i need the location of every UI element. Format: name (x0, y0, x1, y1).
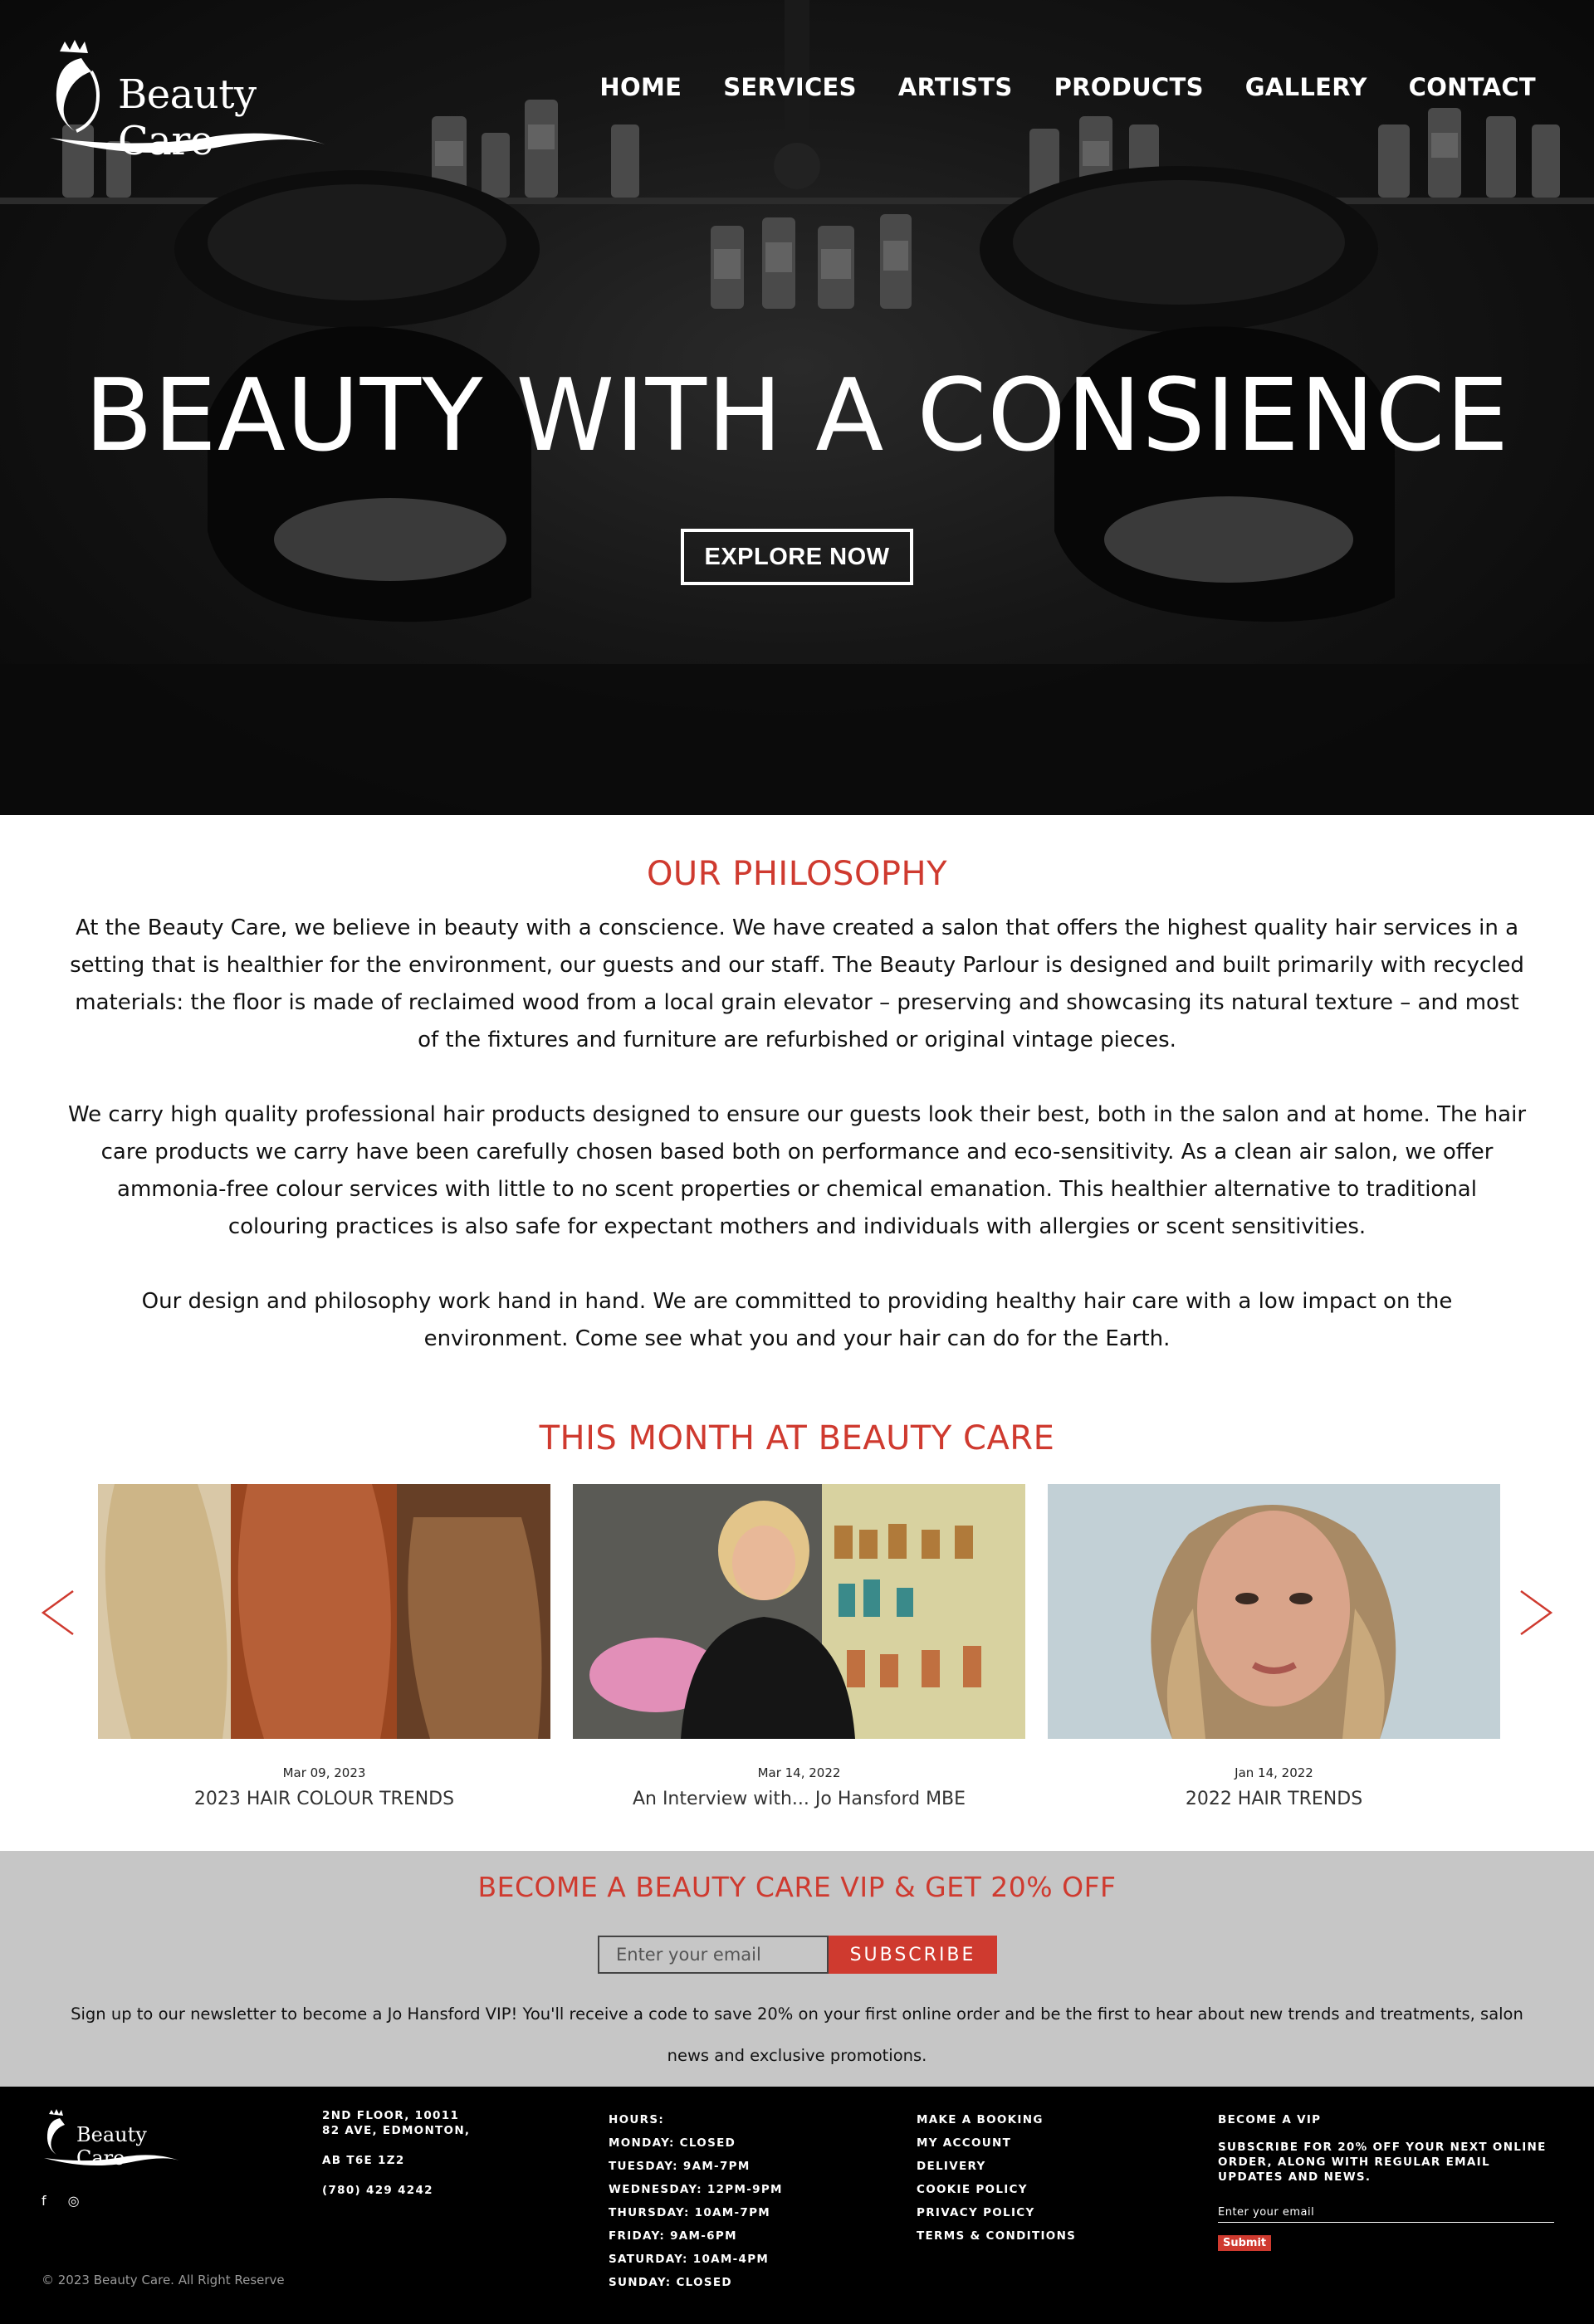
footer-brand-name: Beauty Care (76, 2123, 147, 2170)
interview-jo-hansford-image (573, 1484, 1025, 1739)
nav-home[interactable]: HOME (599, 73, 682, 101)
carousel-prev-icon[interactable] (40, 1588, 76, 1638)
footer-logo[interactable]: Beauty Care (40, 2108, 181, 2170)
blog-card[interactable]: Mar 14, 2022 An Interview with... Jo Han… (573, 1484, 1025, 1809)
hours-line: TUESDAY: 9AM-7PM (609, 2160, 751, 2173)
hero-section: Beauty Care HOME SERVICES ARTISTS PRODUC… (0, 0, 1594, 815)
this-month-section: THIS MONTH AT BEAUTY CARE Mar 09, 2023 2… (0, 1419, 1594, 1809)
hours-line: SATURDAY: 10AM-4PM (609, 2253, 770, 2266)
brand-name: Beauty Care (118, 71, 257, 164)
carousel-next-icon[interactable] (1518, 1588, 1554, 1638)
subscribe-button[interactable]: SUBSCRIBE (829, 1936, 997, 1974)
nav-services[interactable]: SERVICES (723, 73, 857, 101)
this-month-title: THIS MONTH AT BEAUTY CARE (539, 1419, 1055, 1457)
copyright: © 2023 Beauty Care. All Right Reserve (42, 2273, 285, 2287)
vip-description: Sign up to our newsletter to become a Jo… (71, 2004, 1523, 2065)
main-nav: HOME SERVICES ARTISTS PRODUCTS GALLERY C… (599, 73, 1536, 101)
vip-email-input[interactable] (598, 1936, 829, 1974)
hours-title: HOURS: (609, 2113, 665, 2126)
hours-line: THURSDAY: 10AM-7PM (609, 2206, 771, 2219)
philosophy-paragraph-3: Our design and philosophy work hand in h… (141, 1289, 1453, 1351)
card-date: Mar 09, 2023 (282, 1765, 366, 1780)
philosophy-paragraph-2: We carry high quality professional hair … (67, 1102, 1527, 1239)
footer-email-input[interactable] (1218, 2203, 1554, 2223)
footer-hours: HOURS: MONDAY: CLOSED TUESDAY: 9AM-7PM W… (609, 2108, 783, 2294)
hours-line: WEDNESDAY: 12PM-9PM (609, 2183, 783, 2196)
link-privacy-policy[interactable]: PRIVACY POLICY (917, 2201, 1076, 2224)
vip-newsletter-section: BECOME A BEAUTY CARE VIP & GET 20% OFF S… (0, 1851, 1594, 2087)
hours-line: FRIDAY: 9AM-6PM (609, 2229, 737, 2243)
blog-card[interactable]: Mar 09, 2023 2023 HAIR COLOUR TRENDS (98, 1484, 550, 1809)
link-make-booking[interactable]: MAKE A BOOKING (917, 2108, 1076, 2131)
philosophy-section: OUR PHILOSOPHY At the Beauty Care, we be… (0, 855, 1594, 1358)
address-line: 82 AVE, EDMONTON, (322, 2124, 471, 2137)
footer-links: MAKE A BOOKING MY ACCOUNT DELIVERY COOKI… (917, 2108, 1076, 2248)
phone-number[interactable]: (780) 429 4242 (322, 2183, 470, 2198)
facebook-icon[interactable]: f (42, 2193, 46, 2209)
nav-gallery[interactable]: GALLERY (1245, 73, 1367, 101)
link-delivery[interactable]: DELIVERY (917, 2155, 1076, 2178)
footer-submit-button[interactable]: Submit (1218, 2235, 1272, 2251)
hours-line: SUNDAY: CLOSED (609, 2276, 732, 2289)
address-line: AB T6E 1Z2 (322, 2154, 405, 2167)
blog-card[interactable]: Jan 14, 2022 2022 HAIR TRENDS (1048, 1484, 1500, 1809)
footer-vip-description: SUBSCRIBE FOR 20% OFF YOUR NEXT ONLINE O… (1218, 2141, 1547, 2184)
hero-title: BEAUTY WITH A CONSIENCE (84, 359, 1510, 474)
card-title[interactable]: An Interview with... Jo Hansford MBE (573, 1789, 1025, 1809)
hours-line: MONDAY: CLOSED (609, 2136, 736, 2150)
hair-colour-trends-image (98, 1484, 550, 1739)
instagram-icon[interactable]: ◎ (68, 2193, 80, 2209)
nav-contact[interactable]: CONTACT (1409, 73, 1536, 101)
address-line: 2ND FLOOR, 10011 (322, 2109, 460, 2122)
philosophy-paragraph-1: At the Beauty Care, we believe in beauty… (70, 915, 1524, 1052)
nav-artists[interactable]: ARTISTS (898, 73, 1013, 101)
footer-vip-title: BECOME A VIP (1218, 2113, 1322, 2126)
link-cookie-policy[interactable]: COOKIE POLICY (917, 2178, 1076, 2201)
footer-address: 2ND FLOOR, 10011 82 AVE, EDMONTON, AB T6… (322, 2108, 470, 2198)
card-date: Jan 14, 2022 (1235, 1765, 1313, 1780)
social-links: f ◎ (42, 2193, 80, 2209)
link-terms[interactable]: TERMS & CONDITIONS (917, 2224, 1076, 2248)
philosophy-title: OUR PHILOSOPHY (646, 855, 948, 893)
footer: Beauty Care f ◎ © 2023 Beauty Care. All … (0, 2087, 1594, 2324)
vip-form: SUBSCRIBE (598, 1936, 997, 1974)
vip-title: BECOME A BEAUTY CARE VIP & GET 20% OFF (477, 1871, 1117, 1903)
nav-products[interactable]: PRODUCTS (1054, 73, 1204, 101)
blog-carousel: Mar 09, 2023 2023 HAIR COLOUR TRENDS Mar… (98, 1484, 1500, 1809)
explore-now-button[interactable]: EXPLORE NOW (681, 529, 913, 585)
card-title[interactable]: 2023 HAIR COLOUR TRENDS (98, 1789, 550, 1809)
footer-vip: BECOME A VIP SUBSCRIBE FOR 20% OFF YOUR … (1218, 2108, 1554, 2251)
card-date: Mar 14, 2022 (757, 1765, 841, 1780)
brand-logo[interactable]: Beauty Care (42, 38, 332, 164)
hair-trends-image (1048, 1484, 1500, 1739)
card-title[interactable]: 2022 HAIR TRENDS (1048, 1789, 1500, 1809)
link-my-account[interactable]: MY ACCOUNT (917, 2131, 1076, 2155)
